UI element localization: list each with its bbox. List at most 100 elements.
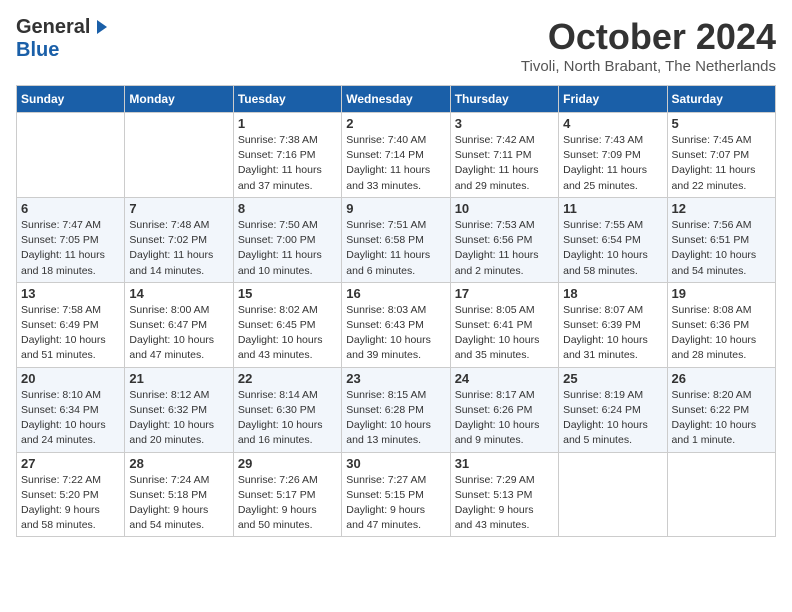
- day-number: 4: [563, 116, 662, 131]
- day-info: Sunrise: 8:08 AM Sunset: 6:36 PM Dayligh…: [672, 303, 771, 364]
- day-info: Sunrise: 8:03 AM Sunset: 6:43 PM Dayligh…: [346, 303, 445, 364]
- day-number: 31: [455, 456, 554, 471]
- day-number: 17: [455, 286, 554, 301]
- day-cell: 31 Sunrise: 7:29 AM Sunset: 5:13 PM Dayli…: [450, 452, 558, 537]
- day-number: 18: [563, 286, 662, 301]
- day-number: 11: [563, 201, 662, 216]
- logo: General Blue: [16, 16, 112, 62]
- week-row-2: 6Sunrise: 7:47 AM Sunset: 7:05 PM Daylig…: [17, 197, 776, 282]
- day-number: 9: [346, 201, 445, 216]
- day-number: 22: [238, 371, 337, 386]
- day-cell: 24Sunrise: 8:17 AM Sunset: 6:26 PM Dayli…: [450, 367, 558, 452]
- logo-arrow-icon: [92, 18, 112, 36]
- day-info: Sunrise: 7:56 AM Sunset: 6:51 PM Dayligh…: [672, 218, 771, 279]
- day-cell: 20 Sunrise: 8:10 AM Sunset: 6:34 PM Dayli…: [17, 367, 125, 452]
- week-row-1: 1 Sunrise: 7:38 AM Sunset: 7:16 PM Daylig…: [17, 113, 776, 198]
- day-cell: 3 Sunrise: 7:42 AM Sunset: 7:11 PM Daylig…: [450, 113, 558, 198]
- day-cell: 16 Sunrise: 8:03 AM Sunset: 6:43 PM Dayli…: [342, 282, 450, 367]
- day-cell: 6Sunrise: 7:47 AM Sunset: 7:05 PM Daylig…: [17, 197, 125, 282]
- day-cell: [125, 113, 233, 198]
- col-header-tuesday: Tuesday: [233, 86, 341, 113]
- day-cell: 9 Sunrise: 7:51 AM Sunset: 6:58 PM Daylig…: [342, 197, 450, 282]
- day-number: 28: [129, 456, 228, 471]
- day-number: 6: [21, 201, 120, 216]
- day-info: Sunrise: 7:42 AM Sunset: 7:11 PM Dayligh…: [455, 133, 554, 194]
- calendar-table: SundayMondayTuesdayWednesdayThursdayFrid…: [16, 85, 776, 537]
- day-number: 3: [455, 116, 554, 131]
- day-info: Sunrise: 7:38 AM Sunset: 7:16 PM Dayligh…: [238, 133, 337, 194]
- day-info: Sunrise: 8:00 AM Sunset: 6:47 PM Dayligh…: [129, 303, 228, 364]
- day-number: 26: [672, 371, 771, 386]
- day-cell: 17 Sunrise: 8:05 AM Sunset: 6:41 PM Dayli…: [450, 282, 558, 367]
- week-row-5: 27 Sunrise: 7:22 AM Sunset: 5:20 PM Dayli…: [17, 452, 776, 537]
- day-info: Sunrise: 8:10 AM Sunset: 6:34 PM Dayligh…: [21, 388, 120, 449]
- day-cell: 14Sunrise: 8:00 AM Sunset: 6:47 PM Dayli…: [125, 282, 233, 367]
- day-cell: [667, 452, 775, 537]
- day-info: Sunrise: 8:15 AM Sunset: 6:28 PM Dayligh…: [346, 388, 445, 449]
- day-info: Sunrise: 8:14 AM Sunset: 6:30 PM Dayligh…: [238, 388, 337, 449]
- day-number: 5: [672, 116, 771, 131]
- day-info: Sunrise: 7:53 AM Sunset: 6:56 PM Dayligh…: [455, 218, 554, 279]
- day-cell: 28 Sunrise: 7:24 AM Sunset: 5:18 PM Dayli…: [125, 452, 233, 537]
- day-cell: 12 Sunrise: 7:56 AM Sunset: 6:51 PM Dayli…: [667, 197, 775, 282]
- day-info: Sunrise: 7:58 AM Sunset: 6:49 PM Dayligh…: [21, 303, 120, 364]
- title-section: October 2024 Tivoli, North Brabant, The …: [521, 16, 776, 75]
- day-info: Sunrise: 7:27 AM Sunset: 5:15 PM Dayligh…: [346, 473, 445, 534]
- day-cell: 21Sunrise: 8:12 AM Sunset: 6:32 PM Dayli…: [125, 367, 233, 452]
- day-info: Sunrise: 7:50 AM Sunset: 7:00 PM Dayligh…: [238, 218, 337, 279]
- day-cell: 18 Sunrise: 8:07 AM Sunset: 6:39 PM Dayli…: [559, 282, 667, 367]
- day-info: Sunrise: 7:29 AM Sunset: 5:13 PM Dayligh…: [455, 473, 554, 534]
- day-number: 19: [672, 286, 771, 301]
- day-info: Sunrise: 7:24 AM Sunset: 5:18 PM Dayligh…: [129, 473, 228, 534]
- day-number: 27: [21, 456, 120, 471]
- day-number: 7: [129, 201, 228, 216]
- day-info: Sunrise: 7:26 AM Sunset: 5:17 PM Dayligh…: [238, 473, 337, 534]
- day-number: 8: [238, 201, 337, 216]
- location: Tivoli, North Brabant, The Netherlands: [521, 58, 776, 75]
- day-info: Sunrise: 7:40 AM Sunset: 7:14 PM Dayligh…: [346, 133, 445, 194]
- day-cell: 30 Sunrise: 7:27 AM Sunset: 5:15 PM Dayli…: [342, 452, 450, 537]
- day-info: Sunrise: 7:22 AM Sunset: 5:20 PM Dayligh…: [21, 473, 120, 534]
- day-cell: 5Sunrise: 7:45 AM Sunset: 7:07 PM Daylig…: [667, 113, 775, 198]
- day-cell: 2Sunrise: 7:40 AM Sunset: 7:14 PM Daylig…: [342, 113, 450, 198]
- day-number: 16: [346, 286, 445, 301]
- week-row-3: 13Sunrise: 7:58 AM Sunset: 6:49 PM Dayli…: [17, 282, 776, 367]
- day-cell: 23 Sunrise: 8:15 AM Sunset: 6:28 PM Dayli…: [342, 367, 450, 452]
- day-cell: 29Sunrise: 7:26 AM Sunset: 5:17 PM Dayli…: [233, 452, 341, 537]
- week-row-4: 20 Sunrise: 8:10 AM Sunset: 6:34 PM Dayli…: [17, 367, 776, 452]
- day-cell: 26Sunrise: 8:20 AM Sunset: 6:22 PM Dayli…: [667, 367, 775, 452]
- day-number: 20: [21, 371, 120, 386]
- col-header-friday: Friday: [559, 86, 667, 113]
- day-number: 23: [346, 371, 445, 386]
- day-cell: 10Sunrise: 7:53 AM Sunset: 6:56 PM Dayli…: [450, 197, 558, 282]
- day-cell: 7 Sunrise: 7:48 AM Sunset: 7:02 PM Daylig…: [125, 197, 233, 282]
- day-info: Sunrise: 8:02 AM Sunset: 6:45 PM Dayligh…: [238, 303, 337, 364]
- day-info: Sunrise: 8:07 AM Sunset: 6:39 PM Dayligh…: [563, 303, 662, 364]
- col-header-thursday: Thursday: [450, 86, 558, 113]
- day-cell: 27 Sunrise: 7:22 AM Sunset: 5:20 PM Dayli…: [17, 452, 125, 537]
- day-number: 30: [346, 456, 445, 471]
- day-number: 25: [563, 371, 662, 386]
- day-cell: [17, 113, 125, 198]
- day-number: 1: [238, 116, 337, 131]
- col-header-wednesday: Wednesday: [342, 86, 450, 113]
- logo-blue-text: Blue: [16, 39, 59, 62]
- day-info: Sunrise: 7:48 AM Sunset: 7:02 PM Dayligh…: [129, 218, 228, 279]
- day-cell: 8 Sunrise: 7:50 AM Sunset: 7:00 PM Daylig…: [233, 197, 341, 282]
- day-info: Sunrise: 7:55 AM Sunset: 6:54 PM Dayligh…: [563, 218, 662, 279]
- day-cell: 13Sunrise: 7:58 AM Sunset: 6:49 PM Dayli…: [17, 282, 125, 367]
- logo-general-text: General: [16, 16, 90, 39]
- day-number: 15: [238, 286, 337, 301]
- month-title: October 2024: [521, 16, 776, 58]
- day-cell: 15 Sunrise: 8:02 AM Sunset: 6:45 PM Dayli…: [233, 282, 341, 367]
- day-cell: 11 Sunrise: 7:55 AM Sunset: 6:54 PM Dayli…: [559, 197, 667, 282]
- day-info: Sunrise: 8:05 AM Sunset: 6:41 PM Dayligh…: [455, 303, 554, 364]
- day-number: 12: [672, 201, 771, 216]
- day-cell: 4Sunrise: 7:43 AM Sunset: 7:09 PM Daylig…: [559, 113, 667, 198]
- day-cell: 25Sunrise: 8:19 AM Sunset: 6:24 PM Dayli…: [559, 367, 667, 452]
- day-number: 24: [455, 371, 554, 386]
- day-info: Sunrise: 7:51 AM Sunset: 6:58 PM Dayligh…: [346, 218, 445, 279]
- day-cell: [559, 452, 667, 537]
- col-header-saturday: Saturday: [667, 86, 775, 113]
- day-cell: 22 Sunrise: 8:14 AM Sunset: 6:30 PM Dayli…: [233, 367, 341, 452]
